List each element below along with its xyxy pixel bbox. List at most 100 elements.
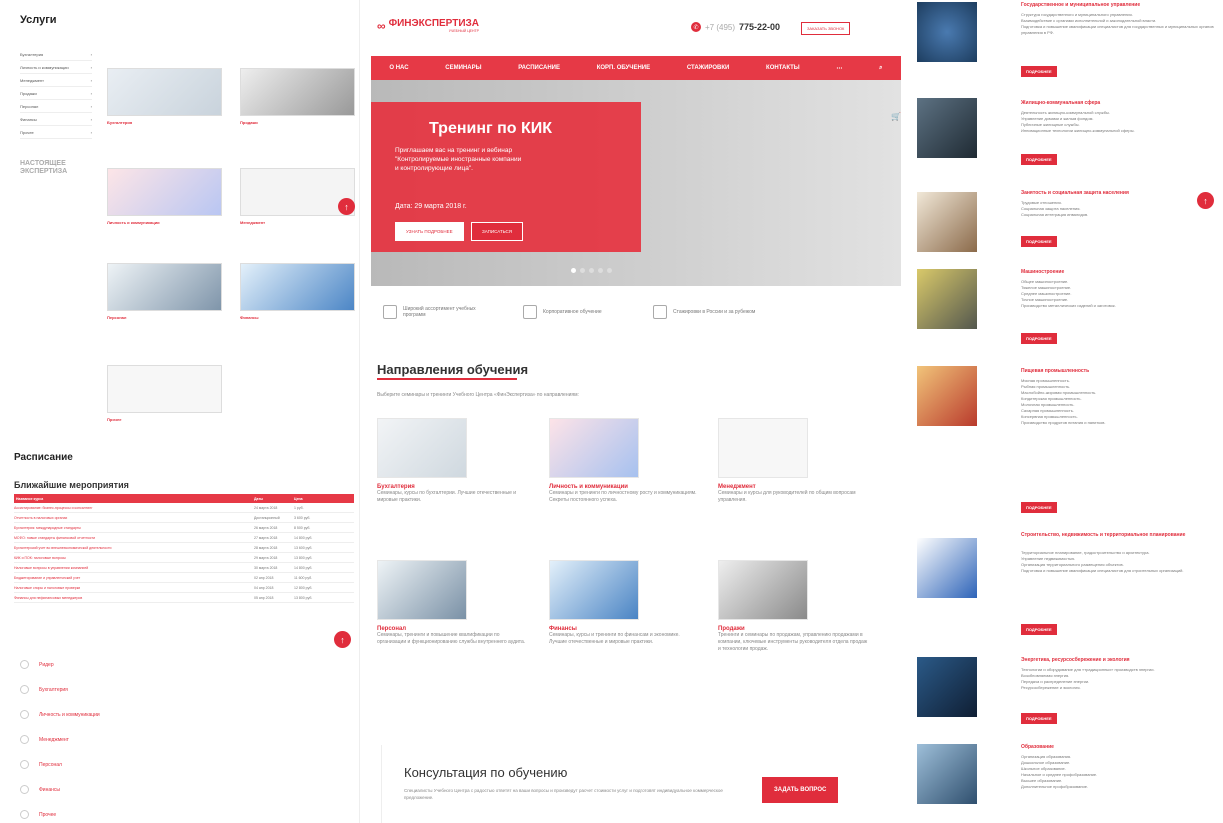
management-image [718, 418, 808, 478]
slider-dot[interactable] [589, 268, 594, 273]
arrow-up-icon: ↑ [344, 201, 349, 212]
slider-dots [571, 268, 612, 273]
service-card[interactable]: Продажи [240, 68, 355, 125]
hero-title: Тренинг по КИК [429, 120, 553, 137]
nav-management[interactable]: Менеджмент [20, 727, 220, 752]
phone-block[interactable]: ✆ +7 (495) 775-22-00 [691, 22, 780, 32]
menu-item-management[interactable]: Менеджмент › [20, 74, 92, 87]
table-row[interactable]: Бюджетирование и управленческий учет 02 а… [14, 573, 354, 583]
menu-item-sales[interactable]: Продажи › [20, 87, 92, 100]
service-card[interactable]: Менеджмент [240, 168, 355, 225]
service-card[interactable]: Персонал [107, 263, 222, 320]
reader-icon [20, 660, 29, 669]
service-card[interactable]: Прочее [107, 365, 222, 422]
slider-dot[interactable] [607, 268, 612, 273]
nav-corporate[interactable]: КОРП. ОБУЧЕНИЕ [597, 65, 650, 71]
section-lines: Мясная промышленность. Рыбная промышленн… [1021, 378, 1106, 425]
more-button[interactable]: ПОДРОБНЕЕ [1021, 66, 1057, 77]
feature-internships: Стажировки в России и за рубежом [653, 305, 763, 319]
more-button[interactable]: ПОДРОБНЕЕ [1021, 713, 1057, 724]
more-button[interactable]: УЗНАТЬ ПОДРОБНЕЕ [395, 222, 464, 241]
more-button[interactable]: ПОДРОБНЕЕ [1021, 333, 1057, 344]
nav-about[interactable]: О НАС [389, 65, 408, 71]
nav-internships[interactable]: СТАЖИРОВКИ [687, 65, 729, 71]
direction-card[interactable]: Личность и коммуникации Семинары и трени… [549, 418, 699, 504]
table-row[interactable]: Бухгалтерия: международные стандарты 26 м… [14, 523, 354, 533]
nav-schedule[interactable]: РАСПИСАНИЕ [518, 65, 560, 71]
main-page: ∞ ФИНЭКСПЕРТИЗА УЧЕБНЫЙ ЦЕНТР ✆ +7 (495)… [361, 0, 914, 823]
nav-reader[interactable]: Ридер [20, 652, 220, 677]
section-lines: Общее машиностроение. Тяжелое машиностро… [1021, 279, 1116, 308]
menu-item-other[interactable]: Прочее › [20, 126, 92, 139]
menu-item-finance[interactable]: Финансы › [20, 113, 92, 126]
table-row[interactable]: Налоговые споры и налоговые проверки 04 а… [14, 583, 354, 593]
direction-card[interactable]: Персонал Семинары, тренинги и повышение … [377, 560, 527, 646]
scroll-up-button[interactable]: ↑ [338, 198, 355, 215]
services-title: Услуги [20, 14, 57, 26]
direction-card[interactable]: Продажи Тренинги и семинары по продажам,… [718, 560, 868, 653]
service-card[interactable]: Личность и коммуникации [107, 168, 222, 225]
chevron-right-icon: › [90, 51, 92, 57]
service-card[interactable]: Финансы [240, 263, 355, 320]
service-card[interactable]: Бухгалтерия [107, 68, 222, 125]
table-row[interactable]: Бухгалтерский учет во внешнеэкономическо… [14, 543, 354, 553]
chevron-right-icon: › [90, 77, 92, 83]
bottom-nav: Ридер Бухгалтерия Личность и коммуникаци… [20, 652, 220, 823]
table-row[interactable]: Отчетность в налоговых органах Дистанцион… [14, 513, 354, 523]
finance-image [549, 560, 639, 620]
slider-dot[interactable] [598, 268, 603, 273]
nav-contacts[interactable]: КОНТАКТЫ [766, 65, 800, 71]
logo[interactable]: ∞ ФИНЭКСПЕРТИЗА УЧЕБНЫЙ ЦЕНТР [377, 18, 479, 33]
nav-personality[interactable]: Личность и коммуникации [20, 702, 220, 727]
direction-card[interactable]: Бухгалтерия Семинары, курсы по бухгалтер… [377, 418, 527, 504]
schedule-title: Расписание [14, 452, 73, 463]
cart-icon[interactable]: 🛒 [891, 112, 901, 121]
hero-date: Дата: 29 марта 2018 г. [395, 203, 467, 210]
callback-button[interactable]: ЗАКАЗАТЬ ЗВОНОК [801, 22, 851, 35]
finance-image [240, 263, 355, 311]
hero-slider: Тренинг по КИК Приглашаем вас на тренинг… [371, 80, 901, 286]
accounting-image [377, 418, 467, 478]
main-nav: О НАС СЕМИНАРЫ РАСПИСАНИЕ КОРП. ОБУЧЕНИЕ… [371, 56, 901, 80]
menu-item-staff[interactable]: Персонал › [20, 100, 92, 113]
nav-seminars[interactable]: СЕМИНАРЫ [445, 65, 481, 71]
direction-card[interactable]: Финансы Семинары, курсы и тренинги по фи… [549, 560, 699, 646]
menu-item-personal[interactable]: Личность и коммуникации › [20, 61, 92, 74]
nav-other[interactable]: Прочее [20, 802, 220, 823]
section-lines: Технологии и оборудование для «традицион… [1021, 667, 1155, 690]
signup-button[interactable]: ЗАПИСАТЬСЯ [471, 222, 524, 241]
slider-dot[interactable] [580, 268, 585, 273]
scroll-up-button[interactable]: ↑ [334, 631, 351, 648]
nav-accounting[interactable]: Бухгалтерия [20, 677, 220, 702]
table-row[interactable]: Ассистирование: бизнес-процессы и консал… [14, 503, 354, 513]
more-button[interactable]: ПОДРОБНЕЕ [1021, 624, 1057, 635]
nav-finance[interactable]: Финансы [20, 777, 220, 802]
nav-staff[interactable]: Персонал [20, 752, 220, 777]
more-button[interactable]: ПОДРОБНЕЕ [1021, 236, 1057, 247]
globe-icon [653, 305, 667, 319]
more-icon[interactable]: ⋯ [836, 65, 842, 72]
menu-item-accounting[interactable]: Бухгалтерия › [20, 48, 92, 61]
ask-question-button[interactable]: ЗАДАТЬ ВОПРОС [762, 777, 839, 803]
slider-dot[interactable] [571, 268, 576, 273]
construction-image [917, 538, 977, 598]
table-row[interactable]: КИК и ПОК: налоговые вопросы 29 марта 201… [14, 553, 354, 563]
table-row[interactable]: МСФО: новые стандарты финансовой отчетно… [14, 533, 354, 543]
housing-image [917, 98, 977, 158]
consultation-block: Консультация по обучению Специалисты Уче… [381, 745, 881, 823]
section-lines: Трудовые отношения. Социальная защита на… [1021, 200, 1089, 217]
section-lines: Деятельность жилищно-коммунальной службы… [1021, 110, 1135, 133]
services-menu: Бухгалтерия › Личность и коммуникации › Ме… [20, 48, 92, 139]
scroll-up-button[interactable]: ↑ [1197, 192, 1214, 209]
table-row[interactable]: Налоговые вопросы в управлении компанией… [14, 563, 354, 573]
people-image [917, 192, 977, 252]
more-button[interactable]: ПОДРОБНЕЕ [1021, 154, 1057, 165]
table-header: Название курса Даты Цена [14, 494, 354, 503]
hero-box: Тренинг по КИК Приглашаем вас на тренинг… [371, 102, 641, 252]
direction-card[interactable]: Менеджмент Семинары и курсы для руководи… [718, 418, 868, 504]
left-panel: Услуги Бухгалтерия › Личность и коммуника… [0, 0, 360, 823]
more-button[interactable]: ПОДРОБНЕЕ [1021, 502, 1057, 513]
table-row[interactable]: Финансы для нефинансовых менеджеров 05 ап… [14, 593, 354, 603]
education-image [917, 744, 977, 804]
search-icon[interactable]: ⌕ [879, 65, 882, 72]
